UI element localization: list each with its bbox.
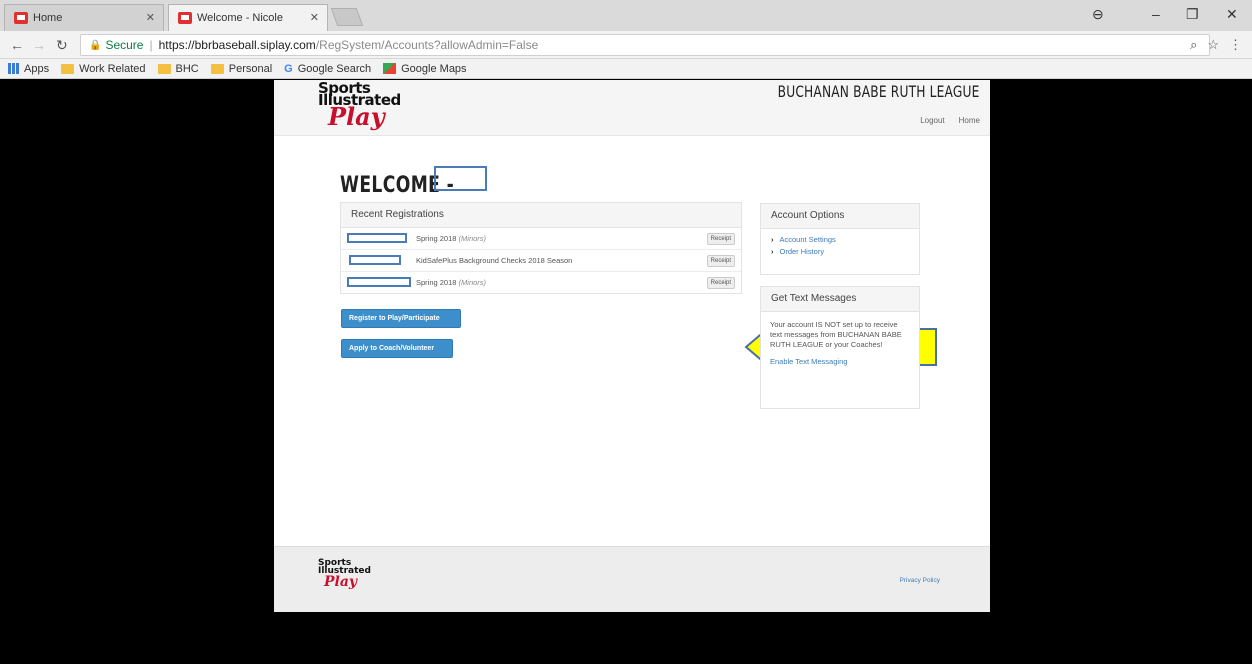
order-history-link[interactable]: › Order History [771,247,909,256]
folder-icon [210,63,224,74]
recent-registrations-panel: Recent Registrations Spring 2018 (Minors… [340,202,742,294]
toolbar-icons: ⌕ ☆ ⋮ [1190,37,1242,53]
registration-row: Spring 2018 (Minors) Receipt [341,228,741,250]
reload-icon[interactable]: ↻ [56,37,68,54]
registration-division: (Minors) [458,278,487,287]
chevron-right-icon: › [771,247,774,256]
receipt-button[interactable]: Receipt [706,255,735,267]
header-nav: Logout Home [920,116,980,125]
account-settings-link[interactable]: › Account Settings [771,235,909,244]
site-footer: Sports Illustrated Play Privacy Policy [274,546,990,612]
site-header: Sports Illustrated Play BUCHANAN BABE RU… [274,80,990,136]
privacy-policy-link[interactable]: Privacy Policy [900,577,940,584]
new-tab-button[interactable] [330,8,364,26]
receipt-button[interactable]: Receipt [706,277,735,289]
league-name: BUCHANAN BABE RUTH LEAGUE [778,82,980,101]
back-icon[interactable]: ← [10,37,24,53]
bookmarks-bar: Apps Work Related BHC Personal G Google S… [0,59,1252,79]
tab-title: Home [33,12,63,24]
forward-icon[interactable]: → [32,37,46,53]
sports-illustrated-play-logo[interactable]: Sports Illustrated Play [318,81,408,130]
tab-home[interactable]: Home ✕ [4,4,164,31]
url-separator: | [149,38,153,52]
receipt-button[interactable]: Receipt [706,233,735,245]
profile-icon[interactable]: ⊖ [1092,6,1104,23]
zoom-icon[interactable]: ⌕ [1190,37,1197,53]
address-bar[interactable]: 🔒 Secure | https://bbrbaseball.siplay.co… [80,34,1210,56]
apps-icon [8,63,19,74]
google-icon: G [284,62,293,75]
bookmark-google-maps[interactable]: Google Maps [383,63,467,75]
bookmark-work-related[interactable]: Work Related [61,63,146,75]
bookmark-star-icon[interactable]: ☆ [1207,37,1219,53]
tab-title: Welcome - Nicole [197,12,283,24]
menu-icon[interactable]: ⋮ [1229,37,1242,53]
bookmark-google-search[interactable]: G Google Search [284,63,371,75]
registration-title: KidSafePlus Background Checks 2018 Seaso… [416,256,573,265]
chevron-right-icon: › [771,235,774,244]
registration-division: (Minors) [458,234,487,243]
secure-label: Secure [105,38,144,52]
registration-row: Spring 2018 (Minors) Receipt [341,272,741,294]
page-viewport: Sports Illustrated Play BUCHANAN BABE RU… [0,80,1252,664]
account-options-panel: Account Options › Account Settings › Order… [760,203,920,275]
page-content: Sports Illustrated Play BUCHANAN BABE RU… [274,80,990,612]
redacted-box [349,255,401,265]
apply-to-coach-button[interactable]: Apply to Coach/Volunteer [341,339,453,358]
tab-welcome[interactable]: Welcome - Nicole ✕ [168,4,328,31]
registration-title: Spring 2018 [416,278,457,287]
panel-heading: Recent Registrations [341,203,741,228]
registration-row: KidSafePlus Background Checks 2018 Seaso… [341,250,741,272]
url-path: /RegSystem/Accounts?allowAdmin=False [315,38,539,52]
favicon-icon [14,12,28,24]
bookmark-apps[interactable]: Apps [8,63,49,75]
browser-toolbar: ← → ↻ 🔒 Secure | https://bbrbaseball.sip… [0,31,1252,59]
panel-heading: Get Text Messages [761,287,919,312]
minimize-icon[interactable]: – [1152,6,1160,22]
redacted-box [347,277,411,287]
window-close-icon[interactable]: ✕ [1226,6,1238,23]
redacted-box [347,233,407,243]
footer-logo[interactable]: Sports Illustrated Play [318,559,371,590]
logout-link[interactable]: Logout [920,116,944,125]
browser-tabstrip: Home ✕ Welcome - Nicole ✕ ⊖ – ❐ ✕ [0,0,1252,31]
tab-close-icon[interactable]: ✕ [146,11,155,24]
redacted-name-box [434,166,487,191]
lock-icon: 🔒 [89,39,102,51]
home-link[interactable]: Home [959,116,980,125]
register-to-play-button[interactable]: Register to Play/Participate [341,309,461,328]
folder-icon [61,63,75,74]
tab-close-icon[interactable]: ✕ [310,11,319,24]
panel-heading: Account Options [761,204,919,229]
registration-title: Spring 2018 [416,234,457,243]
text-messages-status: Your account IS NOT set up to receive te… [770,320,902,349]
url-host: https://bbrbaseball.siplay.com [158,38,316,52]
account-options-list: › Account Settings › Order History [761,229,919,265]
maps-icon [383,63,397,74]
bookmark-bhc[interactable]: BHC [157,63,199,75]
enable-text-messaging-link[interactable]: Enable Text Messaging [770,357,910,367]
text-messages-panel: Get Text Messages Your account IS NOT se… [760,286,920,409]
bookmark-personal[interactable]: Personal [210,63,272,75]
restore-icon[interactable]: ❐ [1186,6,1199,23]
folder-icon [157,63,171,74]
favicon-icon [178,12,192,24]
